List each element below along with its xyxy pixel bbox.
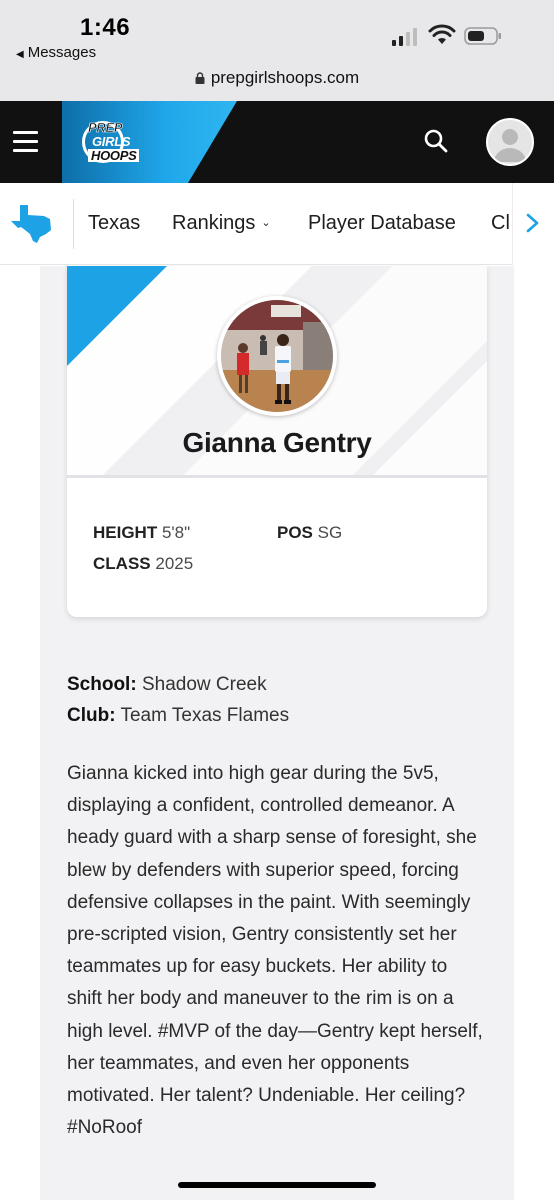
card-corner-accent (67, 266, 167, 366)
texas-map-icon[interactable] (10, 203, 54, 245)
club-line: Club: Team Texas Flames (67, 705, 289, 727)
person-silhouette-icon (494, 129, 526, 162)
back-triangle-icon: ◀ (16, 49, 24, 60)
site-header: PREP GIRLS HOOPS (0, 101, 554, 183)
url-text: prepgirlshoops.com (210, 68, 360, 87)
stat-height: HEIGHT 5'8" (93, 523, 190, 543)
logo-text-girls: GIRLS (92, 134, 131, 149)
stat-height-label: HEIGHT (93, 523, 158, 542)
home-indicator[interactable] (178, 1182, 376, 1188)
stat-position-label: POS (277, 523, 313, 542)
stat-position-value: SG (317, 523, 343, 542)
stat-class-label: CLASS (93, 554, 151, 573)
player-photo-image (221, 300, 333, 412)
nav-item-rankings-label: Rankings (172, 212, 256, 234)
status-time: 1:46 (80, 14, 131, 41)
player-photo (217, 296, 337, 416)
nav-item-texas[interactable]: Texas (88, 212, 140, 235)
battery-icon (464, 27, 501, 45)
player-name: Gianna Gentry (182, 427, 372, 458)
stat-class-value: 2025 (155, 554, 194, 573)
state-nav-bar: Texas Rankings ⌄ Player Database Cl (0, 183, 554, 265)
school-line: School: Shadow Creek (67, 674, 267, 696)
lock-icon (195, 72, 205, 84)
stat-class: CLASS 2025 (93, 554, 193, 574)
stat-height-value: 5'8" (161, 523, 191, 542)
back-to-messages-link[interactable]: ◀ Messages (16, 44, 96, 61)
chevron-right-icon[interactable] (518, 205, 548, 241)
club-value: Team Texas Flames (120, 705, 290, 726)
card-divider (67, 475, 487, 478)
logo-text-hoops: HOOPS (88, 149, 140, 162)
search-icon[interactable] (423, 128, 449, 154)
nav-item-player-database[interactable]: Player Database (308, 212, 456, 235)
back-app-label: Messages (27, 44, 97, 61)
address-bar-url[interactable]: prepgirlshoops.com (0, 68, 554, 88)
stat-position: POS SG (277, 523, 342, 543)
school-label: School: (67, 674, 137, 695)
chevron-down-icon: ⌄ (261, 217, 271, 229)
cellular-signal-icon (392, 28, 417, 46)
player-profile-card: Gianna Gentry HEIGHT 5'8" POS SG CLASS 2… (67, 266, 487, 617)
club-label: Club: (67, 705, 116, 726)
user-avatar-icon[interactable] (486, 118, 534, 166)
wifi-icon (428, 24, 456, 44)
browser-status-area: 1:46 ◀ Messages prepgirlshoops.com (0, 0, 554, 101)
hamburger-icon[interactable] (13, 131, 38, 152)
school-value: Shadow Creek (141, 674, 267, 695)
nav-item-rankings[interactable]: Rankings ⌄ (172, 212, 271, 235)
nav-divider (73, 199, 74, 249)
nav-item-clubs-partial[interactable]: Cl (491, 212, 512, 235)
logo-text-prep: PREP (88, 120, 123, 135)
player-bio: Gianna kicked into high gear during the … (67, 763, 483, 1139)
site-logo[interactable]: PREP GIRLS HOOPS (80, 117, 158, 167)
